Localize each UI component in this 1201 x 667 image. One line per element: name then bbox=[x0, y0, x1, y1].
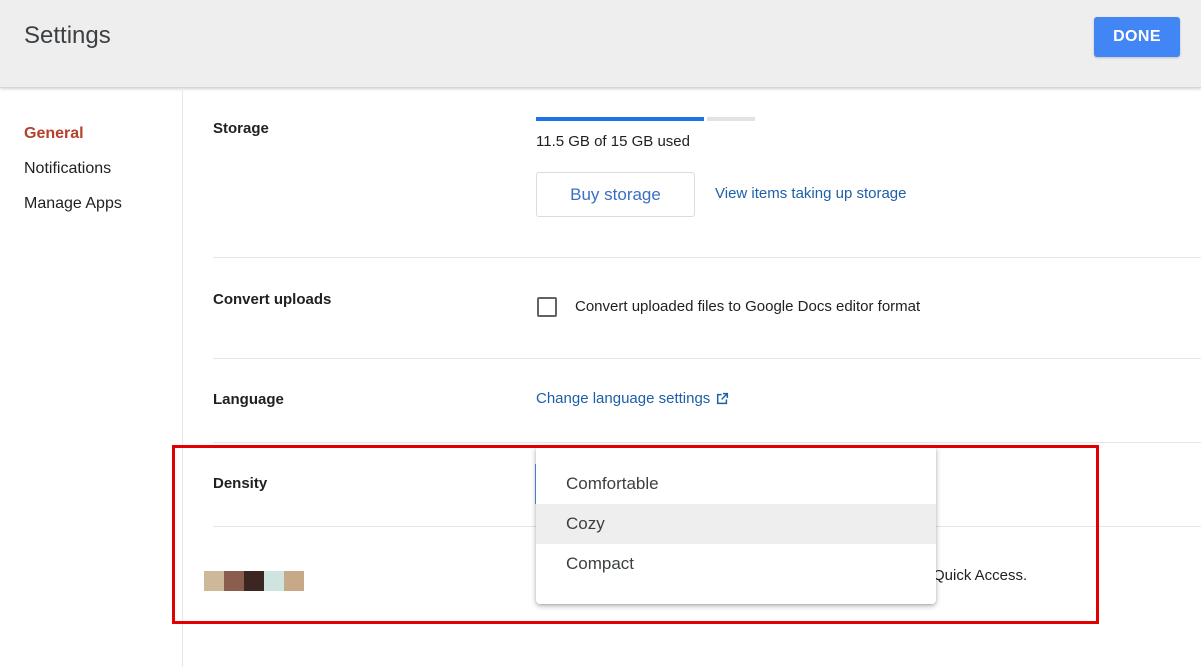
convert-uploads-checkbox-label[interactable]: Convert uploaded files to Google Docs ed… bbox=[575, 298, 920, 315]
color-swatch bbox=[264, 571, 284, 591]
page-title: Settings bbox=[24, 22, 111, 49]
change-language-link[interactable]: Change language settings bbox=[536, 390, 729, 407]
row-divider bbox=[213, 442, 1201, 443]
quick-access-text: Quick Access. bbox=[933, 567, 1028, 584]
storage-progress-gap bbox=[704, 117, 707, 121]
done-button[interactable]: DONE bbox=[1094, 17, 1180, 57]
top-bar: Settings DONE bbox=[0, 0, 1201, 88]
sidebar-item-general[interactable]: General bbox=[24, 125, 84, 143]
storage-progress-bar bbox=[536, 117, 755, 121]
storage-label: Storage bbox=[213, 120, 269, 137]
open-in-new-icon bbox=[716, 392, 729, 405]
view-storage-items-link[interactable]: View items taking up storage bbox=[715, 185, 907, 202]
storage-usage-text: 11.5 GB of 15 GB used bbox=[536, 133, 690, 150]
storage-progress-fill bbox=[536, 117, 704, 121]
color-swatch bbox=[224, 571, 244, 591]
density-label: Density bbox=[213, 475, 268, 492]
language-label: Language bbox=[213, 391, 284, 408]
density-dropdown-menu[interactable]: Comfortable Cozy Compact bbox=[536, 446, 936, 604]
density-option-cozy[interactable]: Cozy bbox=[536, 504, 936, 544]
density-option-compact[interactable]: Compact bbox=[536, 544, 936, 584]
color-swatch-strip bbox=[204, 571, 304, 591]
row-divider bbox=[213, 257, 1201, 258]
sidebar-divider bbox=[182, 88, 183, 667]
sidebar-item-manage-apps[interactable]: Manage Apps bbox=[24, 195, 122, 213]
row-divider bbox=[213, 358, 1201, 359]
color-swatch bbox=[284, 571, 304, 591]
color-swatch bbox=[244, 571, 264, 591]
buy-storage-button[interactable]: Buy storage bbox=[536, 172, 695, 217]
color-swatch bbox=[204, 571, 224, 591]
change-language-link-text[interactable]: Change language settings bbox=[536, 390, 710, 407]
density-option-comfortable[interactable]: Comfortable bbox=[536, 464, 936, 504]
convert-uploads-checkbox[interactable] bbox=[537, 297, 557, 317]
convert-uploads-label: Convert uploads bbox=[213, 291, 332, 308]
sidebar-item-notifications[interactable]: Notifications bbox=[24, 160, 111, 178]
